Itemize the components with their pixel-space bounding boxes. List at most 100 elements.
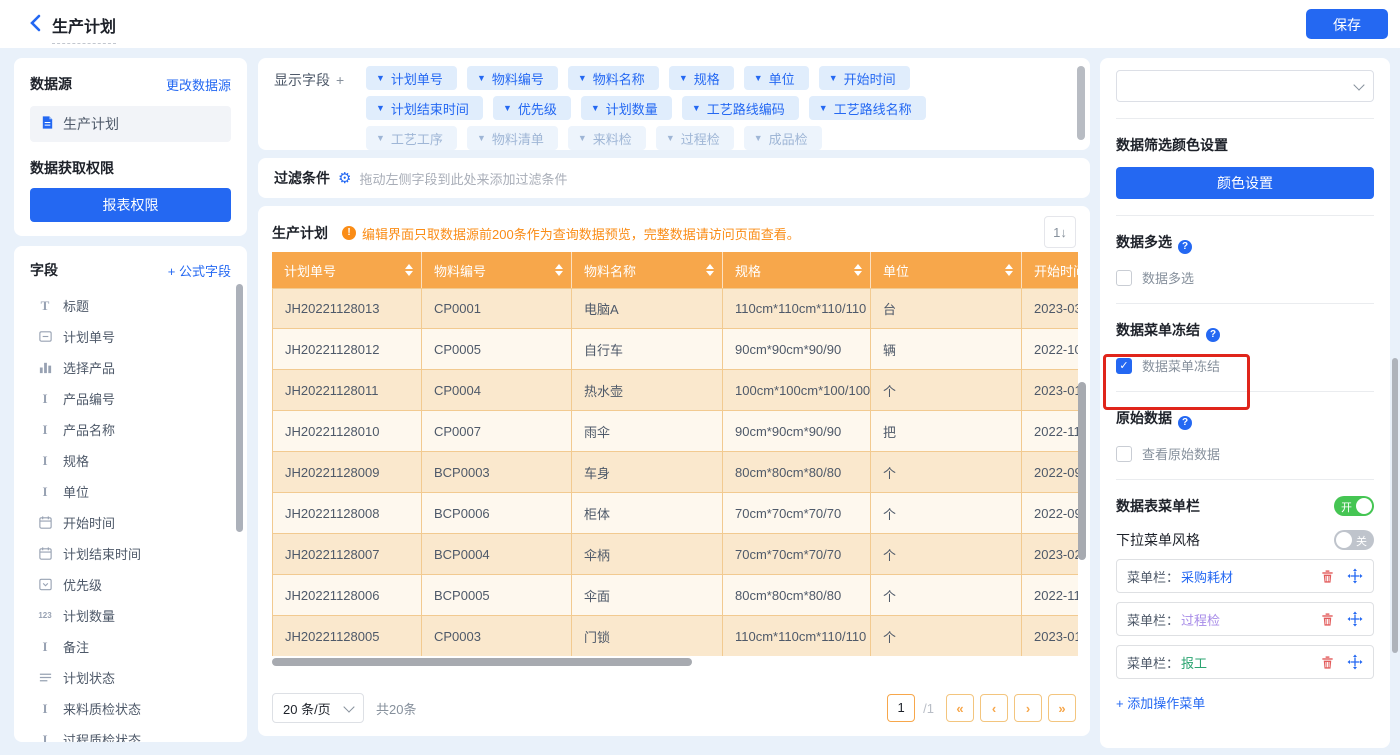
- chevron-down-icon[interactable]: ▼: [679, 73, 688, 83]
- dropdown-style-toggle[interactable]: 关: [1334, 530, 1374, 550]
- display-field-chip[interactable]: ▼开始时间: [819, 66, 910, 90]
- fields-scrollbar[interactable]: [236, 284, 243, 532]
- display-field-chip[interactable]: ▼规格: [669, 66, 734, 90]
- column-header[interactable]: 物料编号: [422, 252, 572, 288]
- menu-name[interactable]: 报工: [1181, 653, 1207, 672]
- sort-icon[interactable]: [405, 264, 413, 276]
- menu-name[interactable]: 采购耗材: [1181, 567, 1233, 586]
- field-item[interactable]: I来料质检状态: [30, 693, 231, 724]
- field-item[interactable]: 计划结束时间: [30, 538, 231, 569]
- field-item[interactable]: 优先级: [30, 569, 231, 600]
- field-item[interactable]: 开始时间: [30, 507, 231, 538]
- field-item[interactable]: 选择产品: [30, 352, 231, 383]
- chevron-down-icon[interactable]: ▼: [591, 103, 600, 113]
- raw-data-checkbox[interactable]: [1116, 446, 1132, 462]
- field-item[interactable]: I过程质检状态: [30, 724, 231, 742]
- table-horizontal-scrollbar[interactable]: [272, 658, 692, 666]
- chevron-down-icon[interactable]: ▼: [754, 73, 763, 83]
- help-icon[interactable]: ?: [1178, 240, 1192, 254]
- column-header[interactable]: 单位: [871, 252, 1022, 288]
- table-row[interactable]: JH20221128011CP0004热水壶100cm*100cm*100/10…: [272, 370, 1078, 411]
- table-row[interactable]: JH20221128009BCP0003车身80cm*80cm*80/80个20…: [272, 452, 1078, 493]
- help-icon[interactable]: ?: [1178, 416, 1192, 430]
- table-row[interactable]: JH20221128010CP0007雨伞90cm*90cm*90/90把202…: [272, 411, 1078, 452]
- table-row[interactable]: JH20221128005CP0003门锁110cm*110cm*110/110…: [272, 616, 1078, 656]
- field-item[interactable]: I规格: [30, 445, 231, 476]
- chevron-down-icon[interactable]: ▼: [376, 73, 385, 83]
- display-field-chip[interactable]: ▼工艺路线名称: [809, 96, 926, 120]
- field-item[interactable]: I产品编号: [30, 383, 231, 414]
- field-item[interactable]: 计划状态: [30, 662, 231, 693]
- display-field-chip[interactable]: ▼计划数量: [581, 96, 672, 120]
- move-icon[interactable]: [1347, 568, 1363, 584]
- menu-freeze-checkbox[interactable]: ✓: [1116, 358, 1132, 374]
- last-page-button[interactable]: »: [1048, 694, 1076, 722]
- add-formula-field-link[interactable]: + 公式字段: [168, 261, 231, 280]
- chevron-down-icon[interactable]: ▼: [819, 103, 828, 113]
- first-page-button[interactable]: «: [946, 694, 974, 722]
- sort-order-button[interactable]: 1↓: [1044, 216, 1076, 248]
- field-item[interactable]: I备注: [30, 631, 231, 662]
- datasource-item[interactable]: 生产计划: [30, 106, 231, 142]
- field-item[interactable]: I产品名称: [30, 414, 231, 445]
- add-action-menu-link[interactable]: + 添加操作菜单: [1116, 693, 1374, 712]
- save-button[interactable]: 保存: [1306, 9, 1388, 39]
- multi-select-checkbox[interactable]: [1116, 270, 1132, 286]
- next-page-button[interactable]: ›: [1014, 694, 1042, 722]
- page-size-select[interactable]: 20 条/页: [272, 693, 364, 723]
- table-vertical-scrollbar[interactable]: [1078, 382, 1086, 560]
- table-row[interactable]: JH20221128006BCP0005伞面80cm*80cm*80/80个20…: [272, 575, 1078, 616]
- chevron-down-icon[interactable]: ▼: [477, 73, 486, 83]
- chevron-down-icon[interactable]: ▼: [376, 103, 385, 113]
- column-header[interactable]: 物料名称: [572, 252, 723, 288]
- chevron-down-icon[interactable]: ▼: [578, 73, 587, 83]
- sort-icon[interactable]: [706, 264, 714, 276]
- display-field-chip[interactable]: ▼优先级: [493, 96, 571, 120]
- chevron-down-icon[interactable]: ▼: [692, 103, 701, 113]
- table-menu-toggle[interactable]: 开: [1334, 496, 1374, 516]
- sort-icon[interactable]: [555, 264, 563, 276]
- move-icon[interactable]: [1347, 654, 1363, 670]
- chevron-down-icon[interactable]: ▼: [829, 73, 838, 83]
- display-field-chip[interactable]: ▼工艺路线编码: [682, 96, 799, 120]
- component-select[interactable]: [1116, 70, 1374, 102]
- chevron-down-icon[interactable]: ▼: [477, 133, 486, 143]
- table-row[interactable]: JH20221128008BCP0006柜体70cm*70cm*70/70个20…: [272, 493, 1078, 534]
- field-item[interactable]: T标题: [30, 290, 231, 321]
- help-icon[interactable]: ?: [1206, 328, 1220, 342]
- column-header[interactable]: 计划单号: [272, 252, 422, 288]
- display-field-chip[interactable]: ▼单位: [744, 66, 809, 90]
- back-icon[interactable]: [28, 14, 44, 34]
- field-item[interactable]: 计划单号: [30, 321, 231, 352]
- display-field-chip[interactable]: ▼物料编号: [467, 66, 558, 90]
- display-field-chip[interactable]: ▼计划结束时间: [366, 96, 483, 120]
- delete-icon[interactable]: [1320, 655, 1335, 670]
- add-display-field-button[interactable]: +: [336, 72, 344, 88]
- field-item[interactable]: I单位: [30, 476, 231, 507]
- delete-icon[interactable]: [1320, 569, 1335, 584]
- column-header[interactable]: 开始时间: [1022, 252, 1078, 288]
- chevron-down-icon[interactable]: ▼: [376, 133, 385, 143]
- move-icon[interactable]: [1347, 611, 1363, 627]
- display-field-chip[interactable]: ▼物料名称: [568, 66, 659, 90]
- gear-icon[interactable]: ⚙: [338, 169, 351, 187]
- display-field-chip[interactable]: ▼计划单号: [366, 66, 457, 90]
- sort-icon[interactable]: [1005, 264, 1013, 276]
- page-scrollbar[interactable]: [1392, 358, 1398, 653]
- chevron-down-icon[interactable]: ▼: [503, 103, 512, 113]
- table-row[interactable]: JH20221128013CP0001电脑A110cm*110cm*110/11…: [272, 288, 1078, 329]
- color-settings-button[interactable]: 颜色设置: [1116, 167, 1374, 199]
- prev-page-button[interactable]: ‹: [980, 694, 1008, 722]
- table-row[interactable]: JH20221128012CP0005自行车90cm*90cm*90/90辆20…: [272, 329, 1078, 370]
- display-fields-scrollbar[interactable]: [1077, 66, 1085, 140]
- chevron-down-icon[interactable]: ▼: [754, 133, 763, 143]
- chevron-down-icon[interactable]: ▼: [578, 133, 587, 143]
- report-permission-button[interactable]: 报表权限: [30, 188, 231, 222]
- column-header[interactable]: 规格: [723, 252, 871, 288]
- sort-icon[interactable]: [854, 264, 862, 276]
- delete-icon[interactable]: [1320, 612, 1335, 627]
- field-item[interactable]: 123计划数量: [30, 600, 231, 631]
- change-datasource-link[interactable]: 更改数据源: [166, 75, 231, 94]
- table-row[interactable]: JH20221128007BCP0004伞柄70cm*70cm*70/70个20…: [272, 534, 1078, 575]
- chevron-down-icon[interactable]: ▼: [666, 133, 675, 143]
